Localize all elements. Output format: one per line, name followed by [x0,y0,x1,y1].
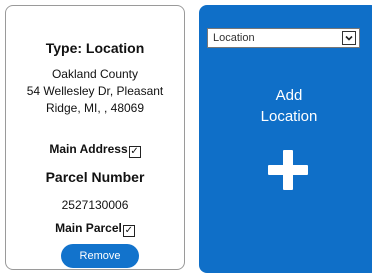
add-label-line-1: Add [275,87,303,104]
parcel-number-value: 2527130006 [61,198,129,212]
location-card: Type: Location Oakland County 54 Wellesl… [5,5,185,270]
add-location-label[interactable]: Add Location [199,85,372,127]
address-block: Oakland County 54 Wellesley Dr, Pleasant… [6,66,184,117]
address-line-3: Ridge, MI, , 48069 [45,101,145,115]
location-type-select-value: Location [213,32,255,44]
address-line-2: 54 Wellesley Dr, Pleasant [26,84,164,98]
parcel-number-title: Parcel Number [45,169,145,185]
location-type-select[interactable]: Location [207,28,360,48]
main-parcel-row: Main Parcel ✓ [6,221,184,237]
main-parcel-label: Main Parcel [55,221,122,235]
plus-icon-horizontal [268,165,308,175]
main-address-label: Main Address [49,142,128,156]
address-line-1: Oakland County [51,67,139,81]
add-label-line-2: Location [260,108,318,125]
main-parcel-checkbox[interactable]: ✓ [122,225,135,237]
remove-button[interactable]: Remove [61,244,139,268]
chevron-down-icon[interactable] [342,31,356,45]
main-address-checkbox[interactable]: ✓ [128,146,141,158]
add-location-card[interactable]: Location Add Location [199,5,372,273]
location-type-title: Type: Location [45,40,145,56]
main-address-row: Main Address ✓ [6,142,184,158]
